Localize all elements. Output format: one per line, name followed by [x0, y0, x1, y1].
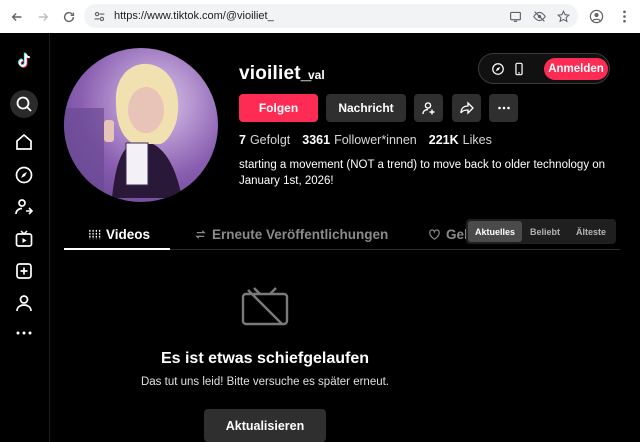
forward-icon[interactable]: [32, 6, 54, 28]
heart-icon: [429, 228, 440, 240]
sort-popular[interactable]: Beliebt: [522, 221, 568, 242]
ellipsis-icon: [497, 106, 510, 110]
stat-followers[interactable]: 3361 Follower*innen: [302, 133, 417, 147]
more-icon[interactable]: [10, 319, 38, 347]
username: vioiliet_: [239, 63, 312, 84]
login-button[interactable]: Anmelden: [544, 58, 608, 80]
sort-switch: Aktuelles Beliebt Älteste: [466, 219, 616, 244]
browser-toolbar: https://www.tiktok.com/@vioiliet_: [0, 0, 640, 33]
side-nav: [0, 33, 50, 442]
explore-compass-icon[interactable]: [10, 161, 38, 189]
url-text: https://www.tiktok.com/@vioiliet_: [114, 10, 274, 22]
upload-icon[interactable]: [10, 257, 38, 285]
stat-likes: 221K Likes: [428, 133, 492, 147]
share-button[interactable]: [452, 94, 481, 122]
stat-following[interactable]: 7 Gefolgt: [239, 133, 290, 147]
nickname: val: [308, 68, 325, 82]
menu-kebab-icon[interactable]: [614, 6, 634, 26]
sort-latest[interactable]: Aktuelles: [468, 221, 522, 242]
back-icon[interactable]: [6, 6, 28, 28]
profile-icon[interactable]: [10, 289, 38, 317]
more-options-button[interactable]: [489, 94, 518, 122]
add-user-icon: [421, 102, 434, 115]
avatar: [64, 48, 218, 202]
profile-icon[interactable]: [586, 6, 606, 26]
reload-icon[interactable]: [58, 6, 80, 28]
address-bar[interactable]: https://www.tiktok.com/@vioiliet_: [84, 4, 578, 28]
search-icon[interactable]: [10, 90, 38, 118]
profile-bio: starting a movement (NOT a trend) to mov…: [239, 159, 606, 187]
sort-oldest[interactable]: Älteste: [568, 221, 614, 242]
refresh-button[interactable]: Aktualisieren: [204, 409, 326, 442]
error-title: Es ist etwas schiefgelaufen: [160, 350, 370, 367]
share-arrow-icon: [459, 101, 474, 115]
tiktok-logo-icon[interactable]: [10, 47, 38, 75]
follow-button[interactable]: Folgen: [239, 94, 318, 122]
bookmark-star-icon[interactable]: [554, 7, 572, 25]
eye-off-icon[interactable]: [530, 7, 548, 25]
cast-icon[interactable]: [506, 7, 524, 25]
following-icon[interactable]: [10, 193, 38, 221]
tab-videos[interactable]: Videos: [88, 218, 150, 250]
grid-icon: [89, 229, 101, 239]
site-settings-icon[interactable]: [90, 7, 108, 25]
tab-reposts[interactable]: Erneute Veröffentlichungen: [194, 218, 388, 250]
suggest-accounts-button[interactable]: [414, 94, 443, 122]
active-tab-indicator: [64, 248, 170, 250]
profile-stats: 7 Gefolgt 3361 Follower*innen 221K Likes: [239, 133, 492, 147]
home-icon[interactable]: [10, 128, 38, 156]
error-subtitle: Das tut uns leid! Bitte versuche es spät…: [140, 376, 390, 388]
mobile-app-icon[interactable]: [510, 60, 528, 78]
repost-icon: [195, 229, 206, 239]
compass-icon[interactable]: [489, 60, 507, 78]
live-icon[interactable]: [10, 225, 38, 253]
no-video-icon: [240, 284, 290, 328]
scrollbar[interactable]: [634, 33, 640, 442]
message-button[interactable]: Nachricht: [326, 94, 406, 122]
